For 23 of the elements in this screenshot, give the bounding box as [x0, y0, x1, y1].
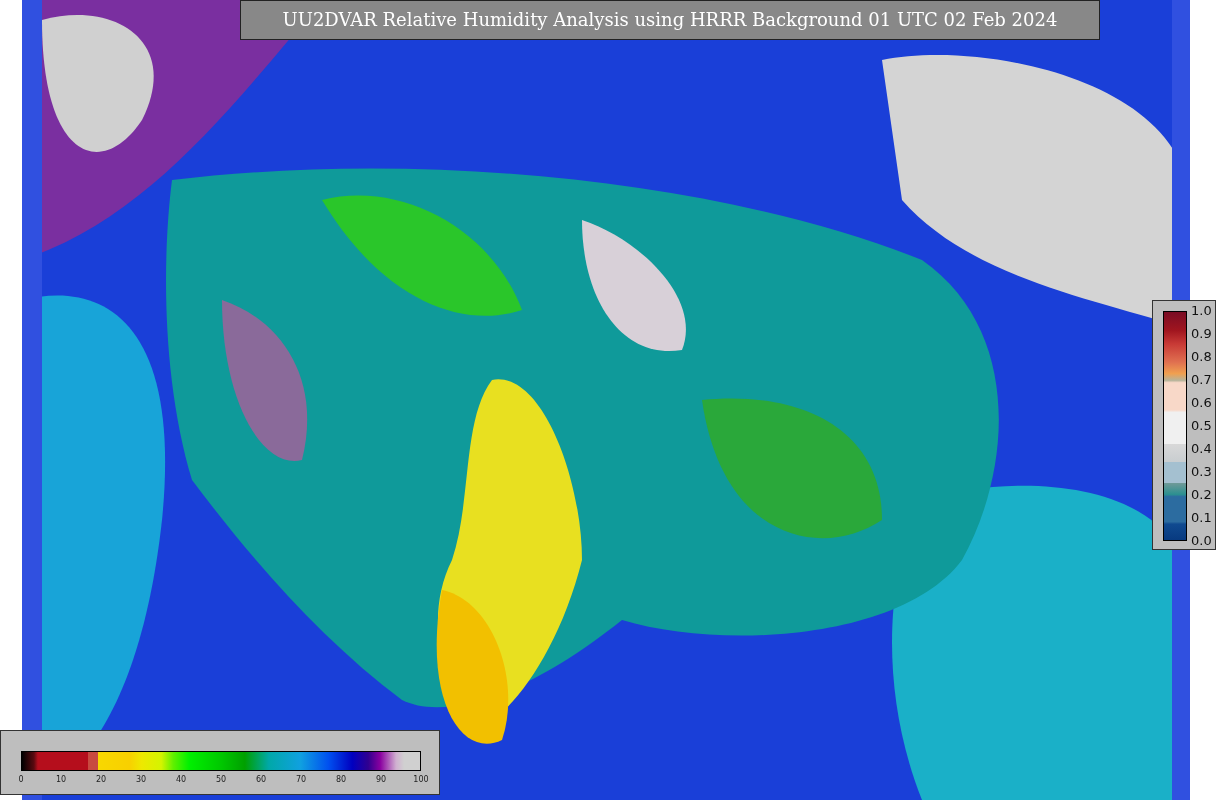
tick-label: 0.1 — [1191, 511, 1212, 525]
tick-label: 1.0 — [1191, 304, 1212, 318]
tick-label: 0.7 — [1191, 373, 1212, 387]
tick-label: 40 — [175, 775, 187, 785]
tick-label: 0.4 — [1191, 442, 1212, 456]
tick-label: 0.0 — [1191, 534, 1212, 548]
tick-label: 70 — [295, 775, 307, 785]
tick-label: 100 — [413, 775, 429, 785]
tick-label: 10 — [55, 775, 67, 785]
tick-label: 0 — [18, 775, 24, 785]
tick-label: 50 — [215, 775, 227, 785]
tick-label: 30 — [135, 775, 147, 785]
tick-label: 0.8 — [1191, 350, 1212, 364]
tick-label: 0.9 — [1191, 327, 1212, 341]
tick-label: 0.6 — [1191, 396, 1212, 410]
map-title: UU2DVAR Relative Humidity Analysis using HRRR Background 01 UTC 02 Feb 2024 — [240, 0, 1100, 40]
tick-label: 20 — [95, 775, 107, 785]
tick-label: 0.2 — [1191, 488, 1212, 502]
tick-label: 90 — [375, 775, 387, 785]
tick-label: 80 — [335, 775, 347, 785]
tick-label: 0.3 — [1191, 465, 1212, 479]
tick-label: 60 — [255, 775, 267, 785]
tick-label: 0.5 — [1191, 419, 1212, 433]
